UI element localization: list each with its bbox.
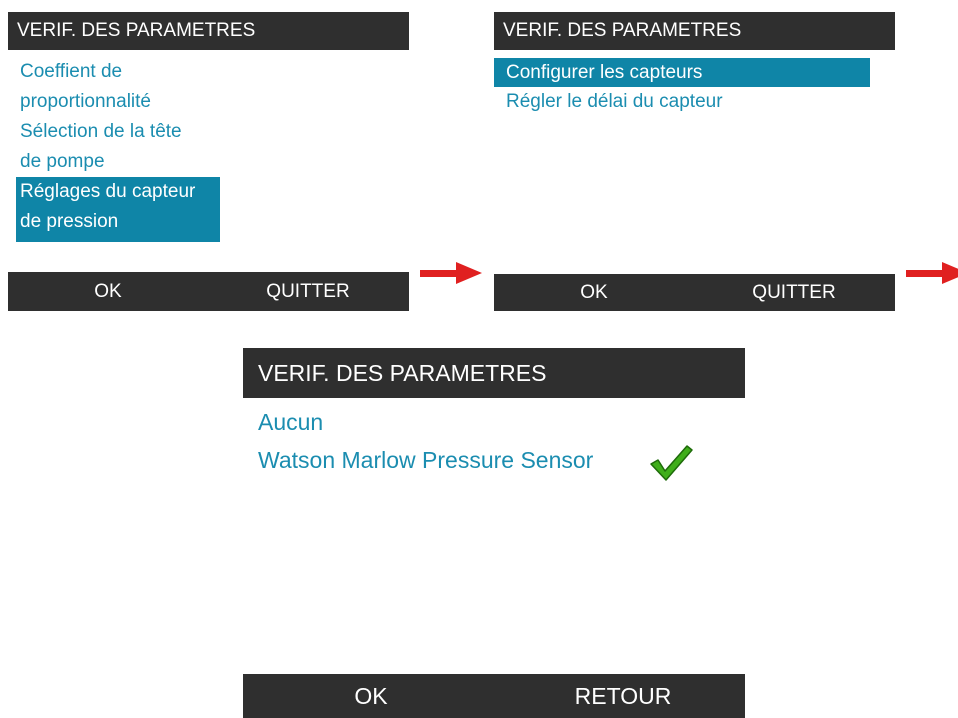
menu-item-proportionality-cont[interactable]: proportionnalité [16,87,220,117]
ok-button[interactable]: OK [326,674,416,718]
screen-parameters-menu: VERIF. DES PARAMETRES Coeffient de propo… [8,12,409,311]
menu-item-pumphead-cont[interactable]: de pompe [16,147,220,177]
screen-footer: OK RETOUR [243,674,745,718]
right-arrow-icon [906,262,958,284]
screen-header: VERIF. DES PARAMETRES [494,12,895,50]
menu-item-pumphead[interactable]: Sélection de la tête [16,117,220,147]
screen-title: VERIF. DES PARAMETRES [17,20,256,41]
back-button[interactable]: RETOUR [558,674,688,718]
screen-title: VERIF. DES PARAMETRES [258,360,547,386]
screen-footer: OK QUITTER [8,272,409,311]
quit-button[interactable]: QUITTER [739,274,849,311]
menu-item-configure-sensors[interactable]: Configurer les capteurs [494,58,870,87]
menu-item-watson-marlow-sensor[interactable]: Watson Marlow Pressure Sensor [258,441,593,479]
menu-item-pressure-sensor-settings[interactable]: Réglages du capteur [16,177,220,207]
screen-footer: OK QUITTER [494,274,895,311]
menu-item-pressure-sensor-settings-cont[interactable]: de pression [16,207,220,242]
screen-pressure-sensor-menu: VERIF. DES PARAMETRES Configurer les cap… [494,12,895,311]
right-arrow-icon [420,262,482,284]
screen-header: VERIF. DES PARAMETRES [8,12,409,50]
checkmark-icon [650,445,693,481]
quit-button[interactable]: QUITTER [253,272,363,311]
menu-item-proportionality[interactable]: Coeffient de [16,57,220,87]
menu-item-sensor-delay[interactable]: Régler le délai du capteur [494,87,723,116]
screen-sensor-selection: VERIF. DES PARAMETRES Aucun Watson Marlo… [243,348,745,718]
ok-button[interactable]: OK [63,272,153,311]
menu-item-none[interactable]: Aucun [258,403,323,441]
ok-button[interactable]: OK [549,274,639,311]
screen-title: VERIF. DES PARAMETRES [503,20,742,41]
screen-header: VERIF. DES PARAMETRES [243,348,745,398]
